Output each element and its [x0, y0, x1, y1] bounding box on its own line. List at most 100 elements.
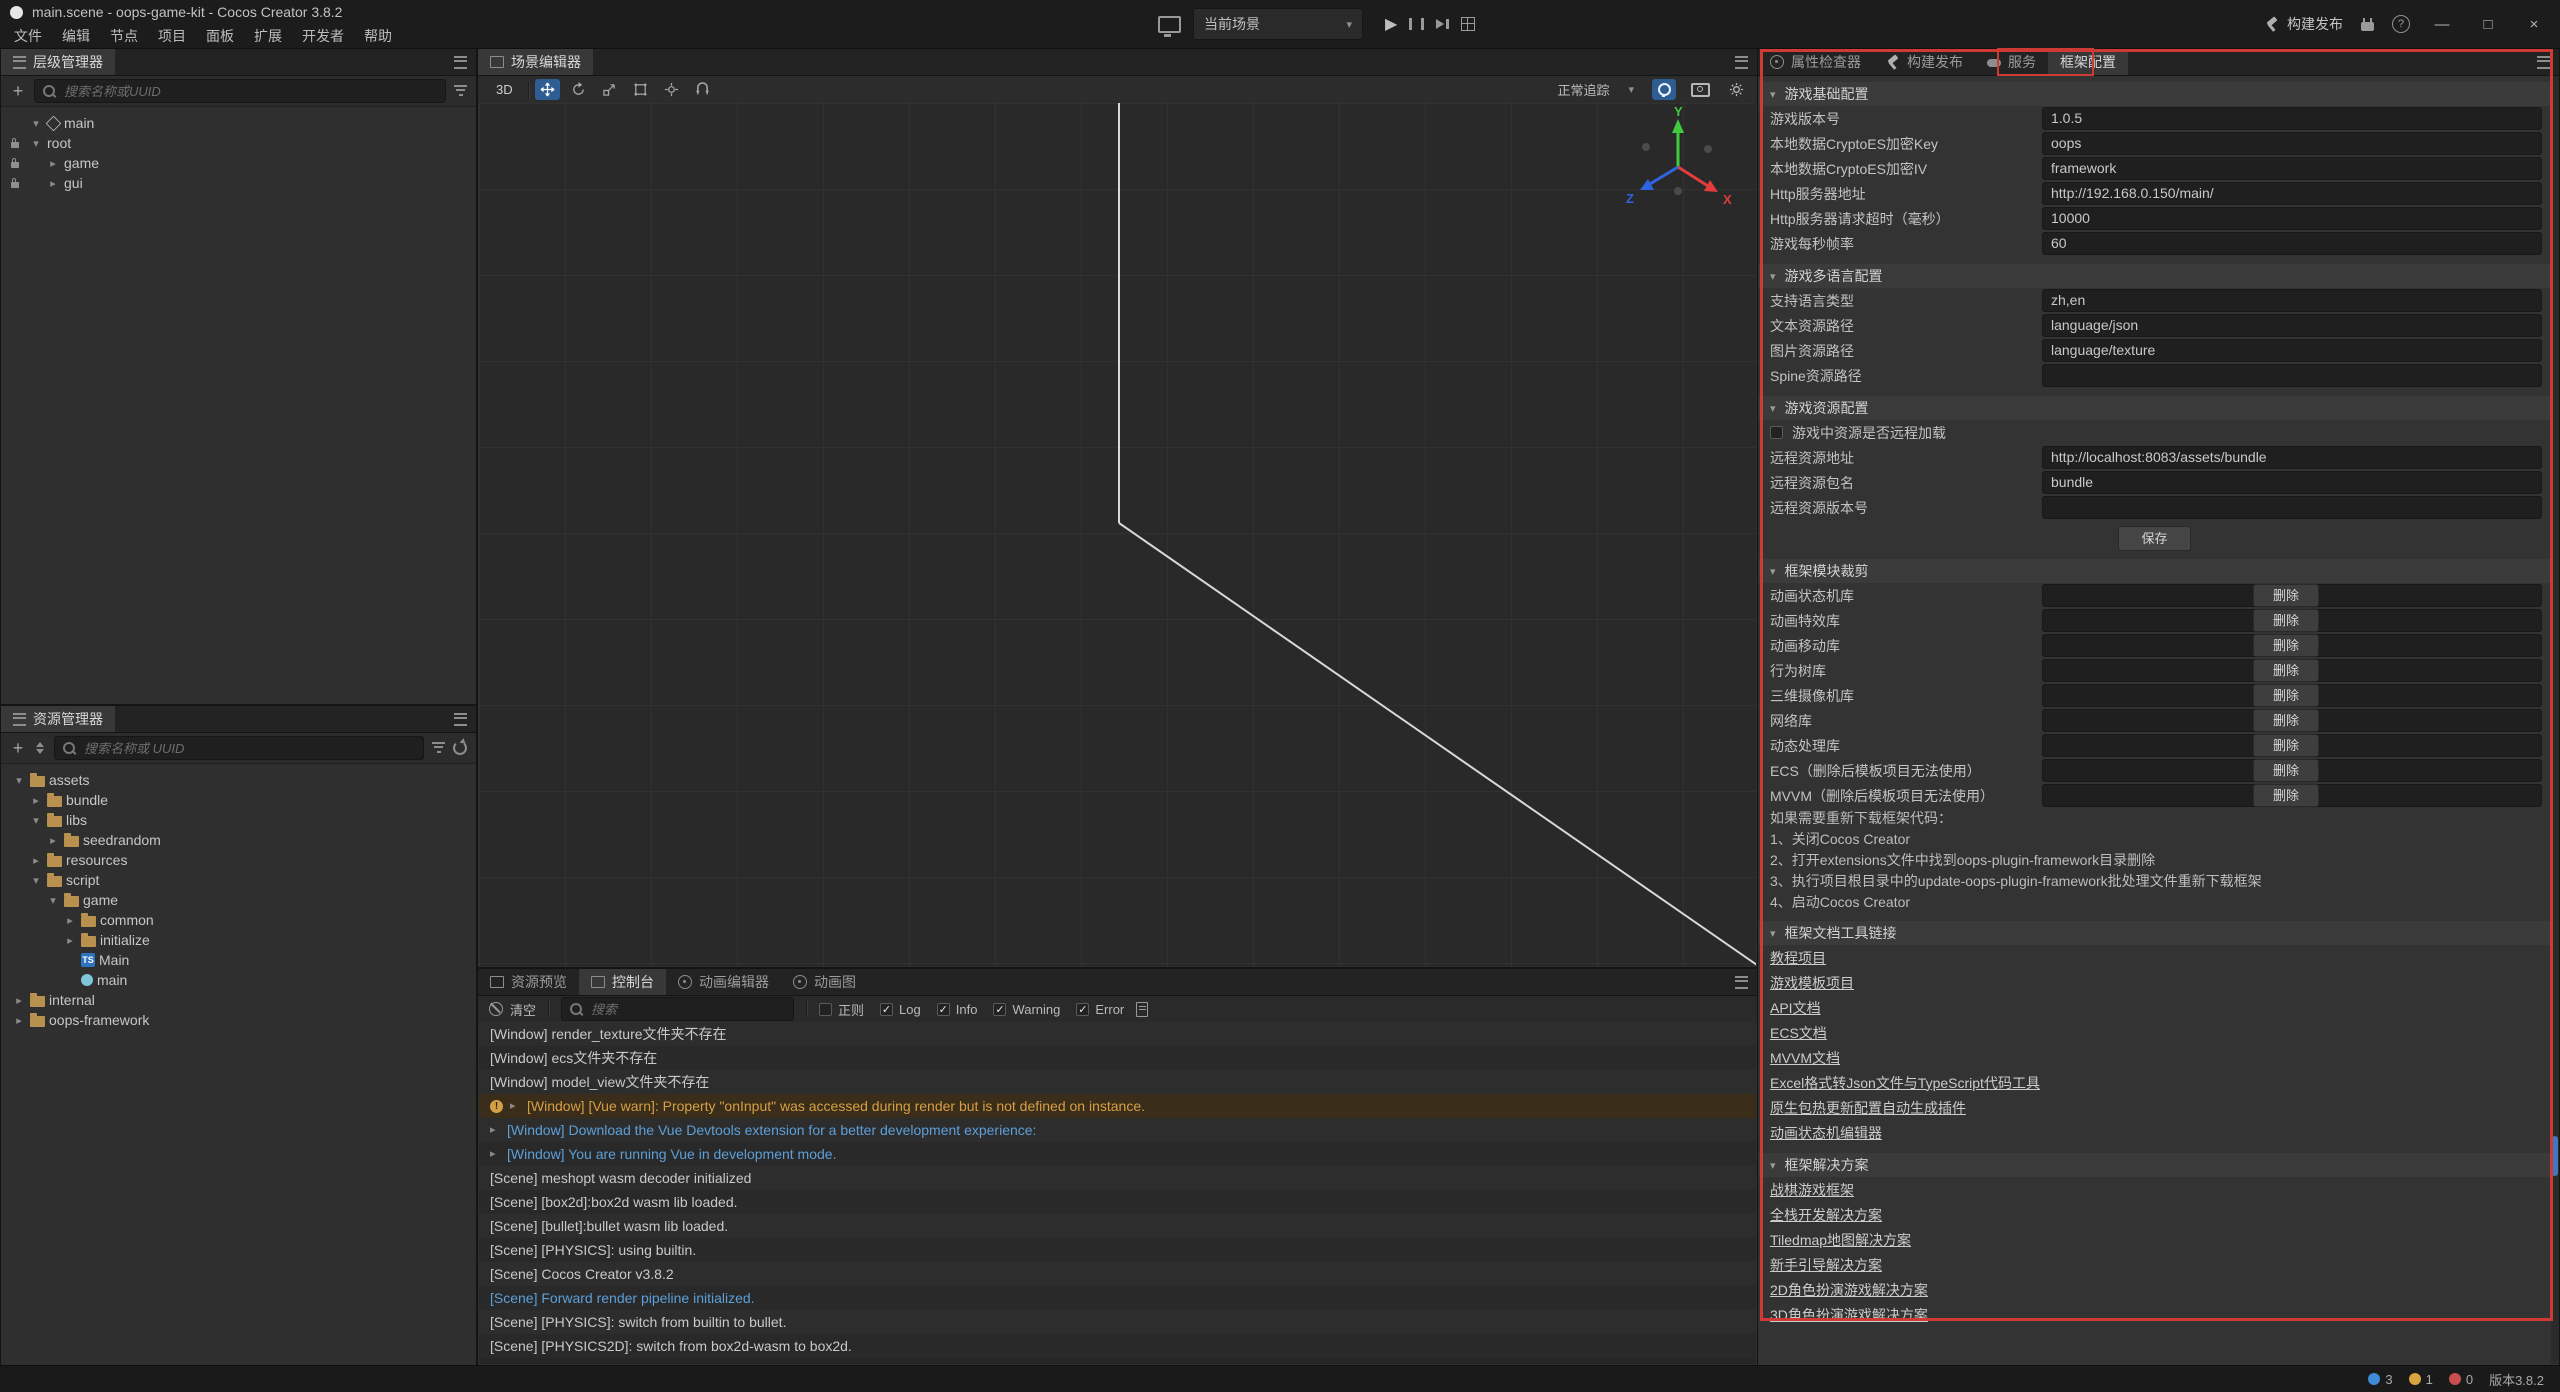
doc-link[interactable]: Excel格式转Json文件与TypeScript代码工具	[1770, 1073, 2040, 1093]
delete-button[interactable]: 删除	[2253, 609, 2319, 632]
log-row[interactable]: !▸[Window] [Vue warn]: Property "onInput…	[479, 1094, 1756, 1118]
delete-button[interactable]: 删除	[2253, 784, 2319, 807]
log-row[interactable]: ▸[Window] You are running Vue in develop…	[479, 1142, 1756, 1166]
chevron-down-icon[interactable]: ▾	[29, 117, 43, 130]
panel-menu-icon[interactable]	[1735, 56, 1748, 69]
clear-console-button[interactable]: 清空	[489, 1000, 536, 1019]
view-mode-dropdown[interactable]: 正常追踪 ▾	[1551, 78, 1640, 101]
doc-link[interactable]: 游戏模板项目	[1770, 973, 1854, 993]
chevron-right-icon[interactable]: ▸	[46, 157, 60, 170]
console-log-list[interactable]: [Window] render_texture文件夹不存在[Window] ec…	[479, 1022, 1756, 1364]
tab-preview[interactable]: 资源预览	[478, 969, 579, 995]
close-button[interactable]: ×	[2520, 16, 2548, 33]
doc-link[interactable]: ECS文档	[1770, 1023, 1827, 1043]
tree-node[interactable]: ▸oops-framework	[1, 1010, 476, 1030]
minimize-button[interactable]: —	[2428, 16, 2456, 33]
chevron-right-icon[interactable]: ▸	[12, 994, 26, 1007]
checkbox-log[interactable]: ✓	[880, 1003, 893, 1016]
step-button[interactable]	[1436, 18, 1449, 30]
chevron-right-icon[interactable]: ▸	[12, 1014, 26, 1027]
field-input[interactable]: http://localhost:8083/assets/bundle	[2042, 446, 2542, 469]
plugin-icon[interactable]	[2361, 22, 2374, 31]
panel-menu-icon[interactable]	[1735, 976, 1748, 989]
log-row[interactable]: ▸[Window] Download the Vue Devtools exte…	[479, 1118, 1756, 1142]
tree-node[interactable]: ▾libs	[1, 810, 476, 830]
tree-node[interactable]: ▾game	[1, 890, 476, 910]
status-count[interactable]: 1	[2409, 1372, 2433, 1387]
tree-node[interactable]: main	[1, 970, 476, 990]
rect-tool-icon[interactable]	[628, 79, 653, 100]
chevron-down-icon[interactable]: ▾	[29, 814, 43, 827]
delete-button[interactable]: 删除	[2253, 634, 2319, 657]
chevron-right-icon[interactable]: ▸	[29, 794, 43, 807]
delete-button[interactable]: 删除	[2253, 584, 2319, 607]
menu-item[interactable]: 编辑	[52, 24, 100, 48]
tree-node[interactable]: ▸game	[1, 153, 476, 173]
section-header[interactable]: ▾框架文档工具链接	[1759, 921, 2550, 945]
log-row[interactable]: [Scene] meshopt wasm decoder initialized	[479, 1166, 1756, 1190]
chevron-down-icon[interactable]: ▾	[12, 774, 26, 787]
tab-service[interactable]: 服务	[1975, 49, 2048, 75]
save-button[interactable]: 保存	[2118, 526, 2190, 551]
gear-icon[interactable]	[1724, 79, 1748, 100]
scale-tool-icon[interactable]	[597, 79, 622, 100]
preview-target-icon[interactable]	[1158, 16, 1181, 33]
panel-menu-icon[interactable]	[454, 56, 467, 69]
section-header[interactable]: ▾框架模块裁剪	[1759, 559, 2550, 583]
section-header[interactable]: ▾框架解决方案	[1759, 1153, 2550, 1177]
build-publish-button[interactable]: 构建发布	[2264, 14, 2343, 34]
tab-scene-editor[interactable]: 场景编辑器	[478, 49, 593, 75]
field-input[interactable]: bundle	[2042, 471, 2542, 494]
menu-item[interactable]: 项目	[148, 24, 196, 48]
tab-console[interactable]: 控制台	[579, 969, 666, 995]
tree-node[interactable]: ▾script	[1, 870, 476, 890]
console-search-input[interactable]	[589, 1001, 785, 1018]
tree-node[interactable]: ▸common	[1, 910, 476, 930]
tab-assets[interactable]: 资源管理器	[1, 706, 115, 732]
chevron-down-icon[interactable]: ▾	[46, 894, 60, 907]
remote-load-checkbox[interactable]	[1770, 426, 1783, 439]
scene-camera-icon[interactable]	[1688, 79, 1712, 100]
tree-node[interactable]: ▾main	[1, 113, 476, 133]
field-input[interactable]: zh,en	[2042, 289, 2542, 312]
log-row[interactable]: [Scene] Cocos Creator v3.8.2	[479, 1262, 1756, 1286]
doc-link[interactable]: Tiledmap地图解决方案	[1770, 1230, 1911, 1250]
field-input[interactable]	[2042, 496, 2542, 519]
anchor-tool-icon[interactable]	[659, 79, 684, 100]
doc-link[interactable]: 教程项目	[1770, 948, 1826, 968]
add-node-button[interactable]: +	[10, 78, 26, 104]
play-button[interactable]: ▶	[1385, 14, 1397, 34]
log-row[interactable]: [Scene] [PHYSICS]: switch from builtin t…	[479, 1310, 1756, 1334]
panel-menu-icon[interactable]	[2537, 56, 2550, 69]
tree-node[interactable]: ▾assets	[1, 770, 476, 790]
tree-node[interactable]: ▸seedrandom	[1, 830, 476, 850]
field-input[interactable]: language/texture	[2042, 339, 2542, 362]
field-input[interactable]: 1.0.5	[2042, 107, 2542, 130]
scene-canvas[interactable]: Y X Z	[479, 103, 1756, 966]
chevron-right-icon[interactable]: ▸	[46, 834, 60, 847]
filter-icon[interactable]	[432, 742, 445, 755]
chevron-right-icon[interactable]: ▸	[63, 934, 77, 947]
section-header[interactable]: ▾游戏多语言配置	[1759, 264, 2550, 288]
delete-button[interactable]: 删除	[2253, 659, 2319, 682]
export-log-icon[interactable]	[1136, 1002, 1148, 1017]
doc-link[interactable]: 3D角色扮演游戏解决方案	[1770, 1305, 1928, 1325]
refresh-icon[interactable]	[453, 741, 467, 755]
tree-node[interactable]: ▾root	[1, 133, 476, 153]
doc-link[interactable]: 新手引导解决方案	[1770, 1255, 1882, 1275]
checkbox-warning[interactable]: ✓	[993, 1003, 1006, 1016]
doc-link[interactable]: 2D角色扮演游戏解决方案	[1770, 1280, 1928, 1300]
add-asset-button[interactable]: +	[10, 735, 26, 761]
editor-preview-icon[interactable]	[1461, 17, 1475, 31]
field-input[interactable]: 10000	[2042, 207, 2542, 230]
field-input[interactable]	[2042, 364, 2542, 387]
snap-tool-icon[interactable]	[690, 79, 715, 100]
doc-link[interactable]: 战棋游戏框架	[1770, 1180, 1854, 1200]
chevron-down-icon[interactable]: ▾	[29, 874, 43, 887]
status-count[interactable]: 0	[2449, 1372, 2473, 1387]
tab-anim-editor[interactable]: 动画编辑器	[666, 969, 781, 995]
doc-link[interactable]: API文档	[1770, 998, 1821, 1018]
doc-link[interactable]: 动画状态机编辑器	[1770, 1123, 1882, 1143]
tab-anim-graph[interactable]: 动画图	[781, 969, 868, 995]
menu-item[interactable]: 节点	[100, 24, 148, 48]
